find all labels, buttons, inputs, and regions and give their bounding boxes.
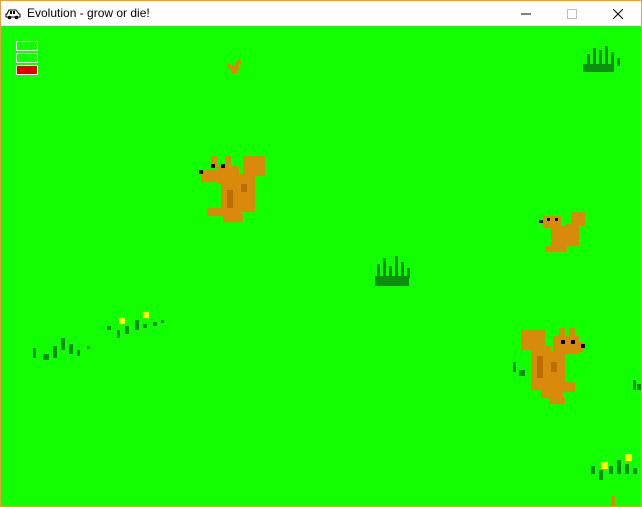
squirrel-large-sprite: [199, 156, 265, 222]
stat-bar-3: [16, 65, 38, 75]
minimize-icon: [521, 13, 531, 14]
squirrel-medium-sprite: [539, 212, 585, 252]
car-icon: [5, 9, 21, 20]
window-title: Evolution - grow or die!: [27, 6, 150, 20]
game-window: Evolution - grow or die!: [0, 0, 642, 507]
grass-tuft-sprite: [583, 46, 620, 72]
close-icon: [613, 8, 623, 19]
squirrel-large-sprite: [513, 328, 585, 404]
flower-patch-sprite: [107, 312, 164, 338]
minimize-button[interactable]: [503, 1, 549, 26]
close-button[interactable]: [595, 1, 641, 26]
stat-bar-1: [16, 41, 38, 51]
maximize-button[interactable]: [549, 1, 595, 26]
grass-sprigs-sprite: [633, 380, 641, 390]
maximize-icon: [567, 8, 577, 19]
flower-patch-sprite: [591, 454, 637, 506]
title-bar[interactable]: Evolution - grow or die!: [1, 1, 641, 26]
grass-tuft-sprite: [375, 256, 410, 286]
game-playfield[interactable]: [1, 26, 641, 506]
hud-status-bars: [16, 41, 38, 77]
squirrel-small-sprite: [227, 60, 241, 73]
stat-bar-2: [16, 53, 38, 63]
grass-sprigs-sprite: [33, 338, 90, 360]
